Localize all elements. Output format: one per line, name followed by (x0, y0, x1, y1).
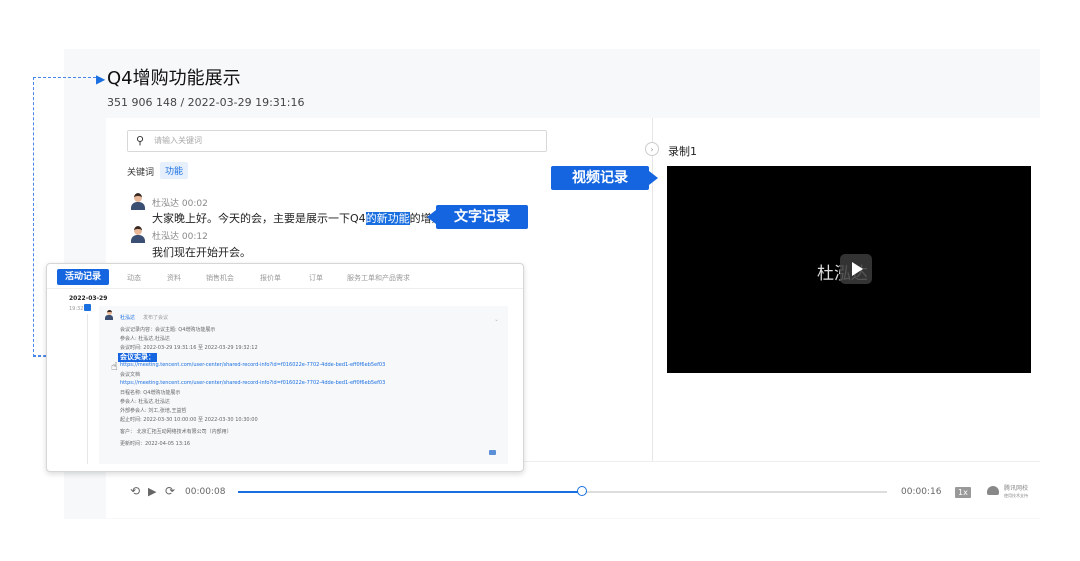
forward-icon[interactable]: ⟳ (165, 484, 175, 498)
meeting-badge-icon (84, 304, 91, 311)
customer-line: 客户： 北京汇拓互动网络技术有限公司（内部用） (120, 429, 232, 435)
rewind-icon[interactable]: ⟲ (130, 484, 140, 498)
search-placeholder: 请输入关键词 (154, 136, 202, 145)
meeting-link[interactable]: https://meeting.tencent.com/user-center/… (120, 380, 385, 386)
tab-sales-opportunity[interactable]: 销售机会 (206, 273, 234, 283)
tab-quote[interactable]: 报价单 (260, 273, 281, 283)
total-time: 00:00:16 (901, 487, 942, 497)
panel-divider (652, 118, 653, 462)
collapse-icon[interactable]: › (645, 142, 659, 156)
video-player[interactable]: 杜泓达 (667, 166, 1031, 373)
record-line: 参会人: 杜泓达,杜泓达 (120, 399, 170, 405)
record-line: 起止时间: 2022-03-30 10:00:00 至 2022-03-30 1… (120, 417, 258, 423)
activity-record-panel: 活动记录 动态 资料 销售机会 报价单 订单 服务工单和产品需求 2022-03… (46, 263, 524, 472)
hand-cursor-icon: ☝ (111, 360, 118, 373)
speaker-timestamp: 杜泓达 00:02 (152, 199, 208, 209)
tab-activity-record[interactable]: 活动记录 (57, 269, 110, 285)
avatar (131, 193, 145, 210)
search-input[interactable]: ⚲ 请输入关键词 (127, 130, 547, 152)
keywords-label: 关键词 (127, 168, 155, 178)
search-icon: ⚲ (136, 134, 145, 147)
activity-date: 2022-03-29 (69, 295, 108, 302)
comment-icon[interactable] (489, 450, 496, 455)
tab-dynamics[interactable]: 动态 (127, 273, 141, 283)
speaker-timestamp: 杜泓达 00:12 (152, 232, 208, 242)
transcript-line[interactable]: 大家晚上好。今天的会，主要是展示一下Q4的新功能的增购。 (152, 210, 454, 226)
record-line: 参会人: 杜泓达,杜泓达 (120, 336, 170, 342)
keyword-tag[interactable]: 功能 (160, 162, 189, 179)
transcript-line[interactable]: 我们现在开始开会。 (152, 244, 251, 260)
progress-thumb[interactable] (576, 486, 587, 496)
meeting-record-badge: 会议实录： (118, 353, 157, 362)
current-time: 00:00:08 (185, 487, 226, 497)
play-icon[interactable]: ▶ (148, 485, 156, 498)
play-icon[interactable] (840, 254, 872, 284)
title-pointer-icon: ▶ (96, 72, 106, 86)
recording-label: 录制1 (668, 145, 697, 158)
tab-service-tickets[interactable]: 服务工单和产品需求 (347, 273, 410, 283)
keyword-highlight: 的新功能 (365, 212, 410, 225)
docs-label: 会议文档 (120, 372, 141, 378)
tab-divider (47, 288, 523, 289)
updated-time: 更新时间：2022-04-05 13:16 (120, 441, 191, 447)
activity-action: 发布了会议 (143, 315, 169, 321)
chevron-down-icon[interactable]: ⌄ (494, 316, 499, 323)
brand-logo-icon (987, 486, 999, 495)
tab-materials[interactable]: 资料 (167, 273, 181, 283)
brand-text: 腾讯网校 使用技术支持 (1004, 485, 1029, 498)
page-title: Q4增购功能展示 (107, 68, 241, 89)
record-line: 日程名称: Q4增购功能展示 (120, 390, 181, 396)
meeting-link[interactable]: https://meeting.tencent.com/user-center/… (120, 362, 385, 368)
video-record-callout: 视频记录 (551, 166, 658, 190)
activity-person[interactable]: 杜泓达 (120, 314, 135, 321)
timeline-line (87, 314, 88, 464)
tab-orders[interactable]: 订单 (309, 273, 323, 283)
record-line: 会议记录内容：会议主题: Q4增购功能展示 (120, 327, 216, 333)
record-line: 外部参会人: 刘工,张培,王益哲 (120, 408, 187, 414)
avatar (131, 226, 145, 243)
record-line: 会议时间: 2022-03-29 19:31:16 至 2022-03-29 1… (120, 345, 258, 351)
progress-track[interactable] (238, 486, 887, 496)
speed-button[interactable]: 1x (955, 487, 971, 498)
activity-time: 19:32 (69, 306, 84, 312)
progress-fill (238, 491, 582, 493)
avatar (105, 310, 113, 320)
meeting-meta: 351 906 148 / 2022-03-29 19:31:16 (107, 96, 305, 109)
text-record-callout: 文字记录 (427, 205, 528, 229)
